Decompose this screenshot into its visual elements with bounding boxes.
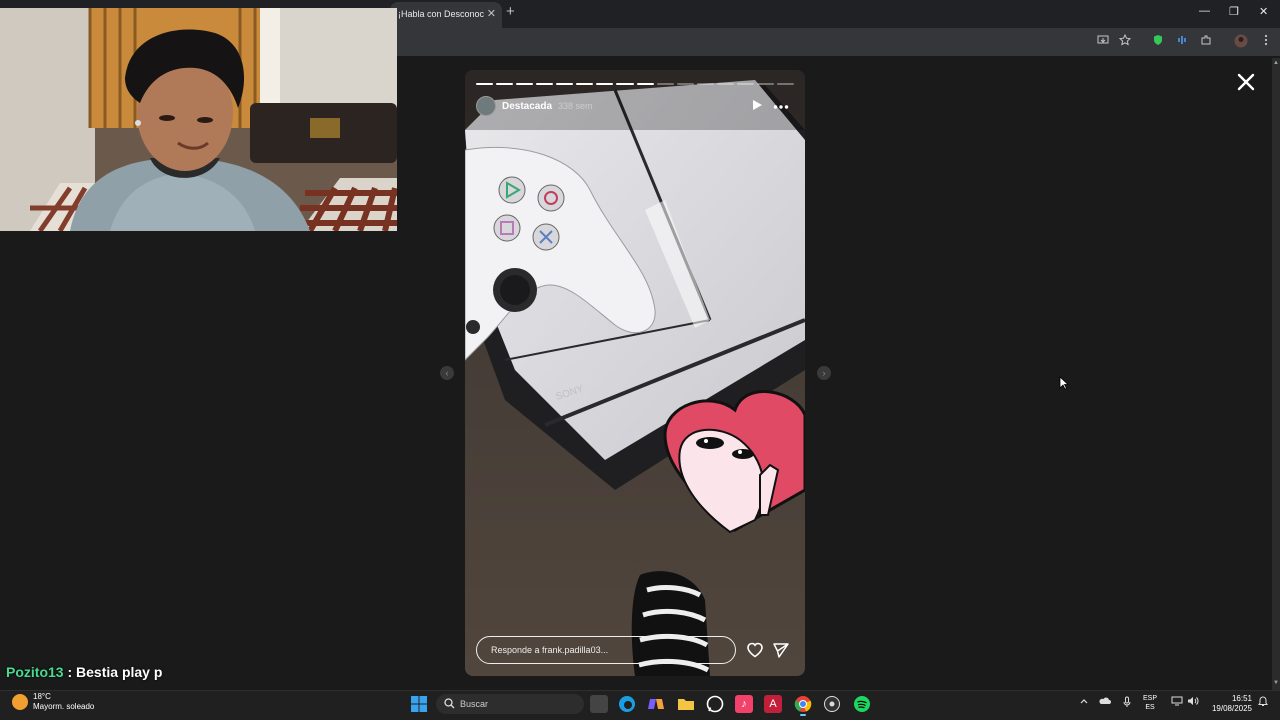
show-hidden-icons[interactable] xyxy=(1079,696,1089,709)
close-story-button[interactable] xyxy=(1234,70,1258,94)
play-icon[interactable] xyxy=(751,98,763,110)
heart-icon[interactable] xyxy=(746,641,764,659)
story-progress-segment xyxy=(476,83,494,85)
edge-icon[interactable] xyxy=(618,695,636,713)
story-progress-segment xyxy=(756,83,774,85)
story-progress-segment xyxy=(576,83,594,85)
pdf-app-icon[interactable]: A xyxy=(764,695,782,713)
onedrive-cloud-icon[interactable] xyxy=(1099,696,1111,709)
weather-temp: 18°C xyxy=(33,692,51,701)
weather-sun-icon xyxy=(12,694,28,710)
story-timestamp: 338 sem xyxy=(558,101,593,111)
story-card[interactable]: SONY Destacada 338 sem Responde a frank.… xyxy=(465,70,805,676)
story-progress-segment xyxy=(776,83,794,85)
notification-bell-icon[interactable] xyxy=(1258,696,1268,710)
clock-date: 19/08/2025 xyxy=(1211,704,1252,713)
file-explorer-icon[interactable] xyxy=(677,695,695,713)
story-progress-bar xyxy=(476,83,794,85)
chat-separator: : xyxy=(63,664,77,680)
task-view-icon[interactable] xyxy=(590,695,608,713)
clock-time: 16:51 xyxy=(1231,694,1252,703)
copilot-icon[interactable] xyxy=(647,695,665,713)
story-progress-segment xyxy=(676,83,694,85)
story-progress-segment xyxy=(696,83,714,85)
more-options-icon[interactable] xyxy=(773,99,789,109)
tab-title: ¡Habla con Desconoc xyxy=(398,9,485,19)
search-icon xyxy=(444,698,455,709)
story-progress-segment xyxy=(596,83,614,85)
prev-story-button[interactable]: ‹ xyxy=(440,366,454,380)
new-tab-button[interactable]: + xyxy=(506,3,515,20)
network-icon[interactable] xyxy=(1171,696,1183,709)
story-photo: SONY xyxy=(465,70,805,676)
spotify-icon[interactable] xyxy=(853,695,871,713)
chrome-icon[interactable] xyxy=(794,695,812,713)
story-progress-segment xyxy=(636,83,654,85)
chat-text: Bestia play p xyxy=(76,664,163,680)
webcam-overlay xyxy=(0,8,397,231)
minimize-button[interactable]: — xyxy=(1199,5,1210,17)
story-header: Destacada 338 sem xyxy=(476,96,593,116)
chat-username: Pozito13 xyxy=(6,664,64,680)
taskbar-clock[interactable]: 16:51 19/08/2025 xyxy=(1212,694,1252,714)
weather-widget[interactable]: 18°C Mayorm. soleado xyxy=(12,692,94,712)
shield-extension-icon[interactable] xyxy=(1151,34,1165,48)
story-progress-segment xyxy=(516,83,534,85)
maximize-button[interactable]: ❐ xyxy=(1229,5,1239,18)
weather-desc: Mayorm. soleado xyxy=(33,702,95,711)
start-windows-icon[interactable] xyxy=(410,695,428,713)
story-progress-segment xyxy=(656,83,674,85)
chrome-active-indicator xyxy=(800,714,806,716)
story-avatar[interactable] xyxy=(476,96,496,116)
install-app-icon[interactable] xyxy=(1096,34,1110,48)
browser-menu-icon[interactable] xyxy=(1259,34,1273,48)
page-scrollbar[interactable] xyxy=(1272,58,1280,690)
browser-tab[interactable]: ¡Habla con Desconoc ✕ xyxy=(390,2,502,28)
story-progress-segment xyxy=(736,83,754,85)
scroll-up-arrow-icon[interactable]: ▲ xyxy=(1272,60,1280,68)
scroll-down-arrow-icon[interactable]: ▼ xyxy=(1272,680,1280,688)
next-story-button[interactable]: › xyxy=(817,366,831,380)
story-username[interactable]: Destacada xyxy=(502,101,552,112)
music-app-icon[interactable]: ♪ xyxy=(735,695,753,713)
microphone-icon[interactable] xyxy=(1122,696,1132,711)
lang-bottom: ES xyxy=(1145,704,1155,711)
profile-avatar[interactable] xyxy=(1234,34,1248,48)
search-label: Buscar xyxy=(460,699,489,709)
webcam-image xyxy=(0,8,397,231)
whatsapp-icon[interactable] xyxy=(706,695,724,713)
story-progress-segment xyxy=(536,83,554,85)
keyboard-language[interactable]: ESP ES xyxy=(1143,694,1157,712)
extensions-puzzle-icon[interactable] xyxy=(1199,34,1213,48)
story-progress-segment xyxy=(556,83,574,85)
taskbar-search[interactable]: Buscar xyxy=(436,694,584,714)
stream-chat-message: Pozito13 : Bestia play p xyxy=(6,664,162,680)
mouse-cursor-icon xyxy=(1059,376,1070,390)
tab-close-icon[interactable]: ✕ xyxy=(487,2,496,26)
audio-extension-icon[interactable] xyxy=(1175,34,1189,48)
story-progress-segment xyxy=(716,83,734,85)
story-progress-segment xyxy=(496,83,514,85)
volume-icon[interactable] xyxy=(1187,696,1199,709)
obs-app-icon[interactable] xyxy=(823,695,841,713)
send-icon[interactable] xyxy=(772,641,790,659)
window-close-button[interactable]: ✕ xyxy=(1259,5,1268,18)
story-progress-segment xyxy=(616,83,634,85)
bookmark-star-icon[interactable] xyxy=(1118,33,1132,48)
lang-top: ESP xyxy=(1143,695,1158,702)
reply-input[interactable] xyxy=(476,636,736,664)
